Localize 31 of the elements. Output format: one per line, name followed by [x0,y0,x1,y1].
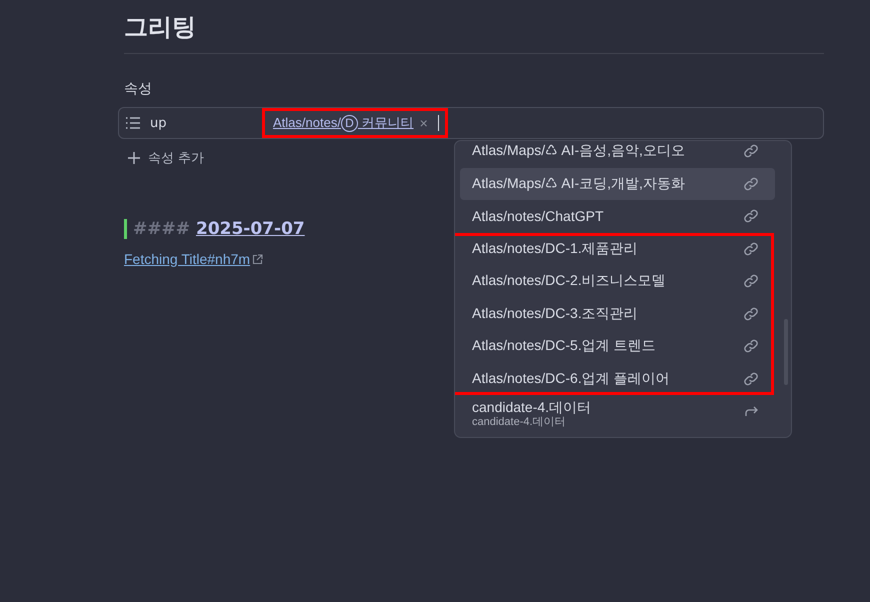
list-icon [125,116,141,130]
remove-button[interactable]: × [418,115,430,131]
link-icon [743,143,759,160]
note-title: 그리팅 [124,12,197,43]
suggestion-item[interactable]: Atlas/notes/ChatGPT [460,200,775,232]
suggestion-item[interactable]: Atlas/notes/DC-6.업계 플레이어 [460,362,775,395]
date-heading[interactable]: 2025-07-07 [196,219,305,239]
heading-marks: #### [133,219,190,239]
suggestion-item[interactable]: Atlas/Maps/♺ AI-코딩,개발,자동화 [460,168,775,200]
suggestion-item[interactable]: candidate-4.데이터 candidate-4.데이터 [460,395,775,428]
properties-heading: 속성 [124,80,153,99]
suggestion-item[interactable]: Atlas/notes/DC-2.비즈니스모델 [460,265,775,298]
suggestion-item[interactable]: Atlas/notes/DC-1.제품관리 [460,232,775,265]
suggestion-item[interactable]: Atlas/notes/DC-3.조직관리 [460,298,775,330]
link-icon [743,176,759,192]
suggestion-item[interactable]: Atlas/notes/DC-5.업계 트렌드 [460,330,775,362]
link-icon [743,306,759,322]
add-property-button[interactable]: 속성 추가 [124,149,204,167]
link-icon [743,338,759,354]
link-icon [743,208,759,224]
link-icon [743,240,759,257]
link-icon [743,273,759,290]
chip-link[interactable]: Atlas/notes/ D 커뮤니티 [273,114,414,132]
link-chip[interactable]: Atlas/notes/ D 커뮤니티 × [262,108,448,138]
suggestion-item[interactable]: Atlas/Maps/♺ AI-음성,음악,오디오 [460,141,775,168]
property-key[interactable]: up [150,116,166,130]
plus-icon [128,152,140,164]
external-link-icon [252,254,264,264]
link-icon [743,370,759,387]
redirect-arrow-icon [745,405,759,418]
external-link[interactable]: Fetching Title#nh7m [124,251,250,267]
